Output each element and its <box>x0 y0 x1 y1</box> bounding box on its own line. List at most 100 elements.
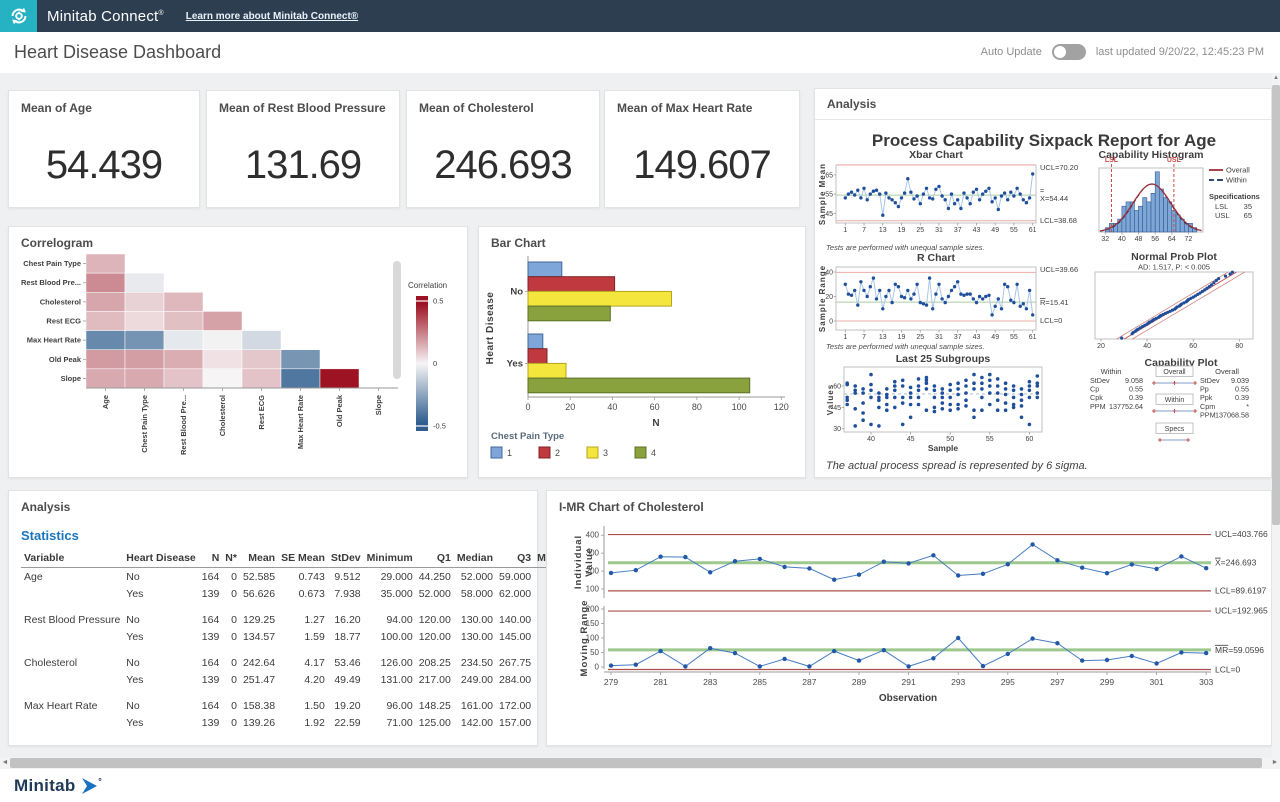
svg-text:56: 56 <box>1151 236 1159 243</box>
svg-text:7: 7 <box>862 227 866 234</box>
kpi-value: 149.607 <box>605 143 799 188</box>
svg-text:Within: Within <box>1165 397 1185 404</box>
svg-text:45: 45 <box>907 436 915 443</box>
svg-text:55: 55 <box>1010 334 1018 341</box>
bar-chart-panel: Bar Chart NoYes020406080100120NHeart Dis… <box>478 226 806 478</box>
svg-text:289: 289 <box>852 677 866 687</box>
bar-chart-svg: NoYes020406080100120NHeart DiseaseChest … <box>479 250 805 472</box>
svg-text:50: 50 <box>590 648 599 657</box>
svg-text:Cholesterol: Cholesterol <box>218 395 227 436</box>
svg-text:291: 291 <box>902 677 916 687</box>
svg-text:2: 2 <box>555 448 560 458</box>
svg-text:Value: Value <box>584 547 595 577</box>
svg-text:Specs: Specs <box>1165 426 1185 433</box>
svg-text:285: 285 <box>753 677 767 687</box>
learn-more-link[interactable]: Learn more about Minitab Connect® <box>186 11 358 22</box>
panel-title: Bar Chart <box>479 227 805 250</box>
svg-text:Normal Prob Plot: Normal Prob Plot <box>1131 251 1217 263</box>
svg-text:4: 4 <box>651 448 656 458</box>
svg-text:137068.58: 137068.58 <box>1215 410 1249 419</box>
kpi-card-mean-cholesterol: Mean of Cholesterol 246.693 <box>406 90 600 208</box>
svg-text:Tests are performed with unequ: Tests are performed with unequal sample … <box>826 342 985 351</box>
svg-text:Cholesterol: Cholesterol <box>40 297 81 306</box>
svg-text:31: 31 <box>935 227 943 234</box>
dashboard-header: Heart Disease Dashboard Auto Update last… <box>0 32 1280 74</box>
svg-text:293: 293 <box>951 677 965 687</box>
svg-text:Slope: Slope <box>61 374 81 383</box>
svg-text:72: 72 <box>1185 236 1193 243</box>
svg-text:Within: Within <box>1226 176 1247 185</box>
spacer-row <box>21 602 589 611</box>
svg-text:Tests are performed with unequ: Tests are performed with unequal sample … <box>826 243 985 252</box>
svg-text:1: 1 <box>843 334 847 341</box>
svg-text:Last 25 Subgroups: Last 25 Subgroups <box>896 353 991 365</box>
svg-text:No: No <box>510 286 523 297</box>
svg-text:7: 7 <box>862 334 866 341</box>
spacer-row <box>21 645 589 654</box>
svg-text:0.5: 0.5 <box>433 297 443 306</box>
svg-text:Process Capability Sixpack Rep: Process Capability Sixpack Report for Ag… <box>872 131 1216 150</box>
svg-text:55: 55 <box>986 436 994 443</box>
svg-text:40: 40 <box>1118 236 1126 243</box>
svg-text:31: 31 <box>935 334 943 341</box>
kpi-label: Mean of Cholesterol <box>407 91 599 115</box>
svg-text:279: 279 <box>604 677 618 687</box>
table-row: AgeNo164052.5850.7439.51229.00044.25052.… <box>21 568 589 586</box>
top-navbar: Minitab Connect® Learn more about Minita… <box>0 0 1280 32</box>
svg-text:MR=59.0596: MR=59.0596 <box>1215 645 1264 655</box>
svg-text:43: 43 <box>973 334 981 341</box>
svg-text:-0.5: -0.5 <box>433 422 446 431</box>
svg-text:Correlation: Correlation <box>408 281 447 290</box>
auto-update-toggle[interactable] <box>1052 44 1086 60</box>
svg-text:137752.64: 137752.64 <box>1109 402 1143 411</box>
horizontal-scrollbar-thumb[interactable] <box>10 758 1262 768</box>
scroll-left-arrow-icon[interactable]: ◄ <box>0 757 10 769</box>
svg-text:100: 100 <box>586 584 600 593</box>
vertical-scrollbar[interactable]: ▲ <box>1272 73 1280 757</box>
svg-text:Sample Range: Sample Range <box>818 265 827 332</box>
kpi-value: 246.693 <box>407 143 599 188</box>
scroll-right-arrow-icon[interactable]: ► <box>1270 757 1280 769</box>
svg-text:43: 43 <box>973 227 981 234</box>
svg-text:30: 30 <box>833 426 841 433</box>
svg-text:R=15.41: R=15.41 <box>1040 298 1069 307</box>
kpi-label: Mean of Age <box>9 91 199 115</box>
svg-text:0: 0 <box>829 319 833 326</box>
svg-text:LCL=38.68: LCL=38.68 <box>1040 216 1077 225</box>
svg-text:Overall: Overall <box>1226 166 1250 175</box>
panel-title: Correlogram <box>9 227 467 250</box>
table-row: Yes139056.6260.6737.93835.00052.00058.00… <box>21 585 589 602</box>
svg-text:25: 25 <box>916 334 924 341</box>
scroll-up-arrow-icon[interactable]: ▲ <box>1272 73 1280 83</box>
table-header-row: VariableHeart DiseaseNN*MeanSE MeanStDev… <box>21 549 589 568</box>
svg-text:100: 100 <box>732 402 747 412</box>
svg-text:20: 20 <box>565 402 575 412</box>
kpi-value: 131.69 <box>207 143 399 188</box>
svg-text:0: 0 <box>595 663 600 672</box>
kpi-card-mean-age: Mean of Age 54.439 <box>8 90 200 208</box>
svg-text:X=54.44: X=54.44 <box>1040 194 1068 203</box>
svg-text:13: 13 <box>879 227 887 234</box>
horizontal-scrollbar[interactable]: ◄ ► <box>0 757 1280 769</box>
column-header: Mean <box>240 549 278 568</box>
svg-text:Age: Age <box>101 395 110 409</box>
svg-text:Chest Pain Type: Chest Pain Type <box>491 431 564 442</box>
correlogram-panel: Correlogram Chest Pain Type Rest Blood Pr… <box>8 226 468 478</box>
svg-text:40: 40 <box>1143 343 1151 350</box>
svg-text:Xbar Chart: Xbar Chart <box>909 149 963 161</box>
column-header: N* <box>222 549 240 568</box>
svg-text:Moving Range: Moving Range <box>579 600 590 677</box>
svg-text:UCL=403.766: UCL=403.766 <box>1215 529 1268 539</box>
correlogram-svg: Chest Pain Type Rest Blood Pre... Choleste… <box>9 250 467 472</box>
imr-svg: 100200300400UCL=403.766X=246.693LCL=89.6… <box>547 514 1271 740</box>
svg-text:19: 19 <box>898 227 906 234</box>
vertical-scrollbar-thumb[interactable] <box>1272 85 1280 525</box>
footer-brand: Minitab <box>14 776 76 796</box>
svg-text:Overall: Overall <box>1215 367 1239 376</box>
statistics-link[interactable]: Statistics <box>9 514 537 547</box>
svg-text:Rest Blood Pre...: Rest Blood Pre... <box>179 395 188 455</box>
svg-text:301: 301 <box>1150 677 1164 687</box>
svg-text:Chest Pain Type: Chest Pain Type <box>140 395 149 453</box>
svg-text:Specifications: Specifications <box>1209 192 1260 201</box>
svg-text:61: 61 <box>1029 334 1037 341</box>
